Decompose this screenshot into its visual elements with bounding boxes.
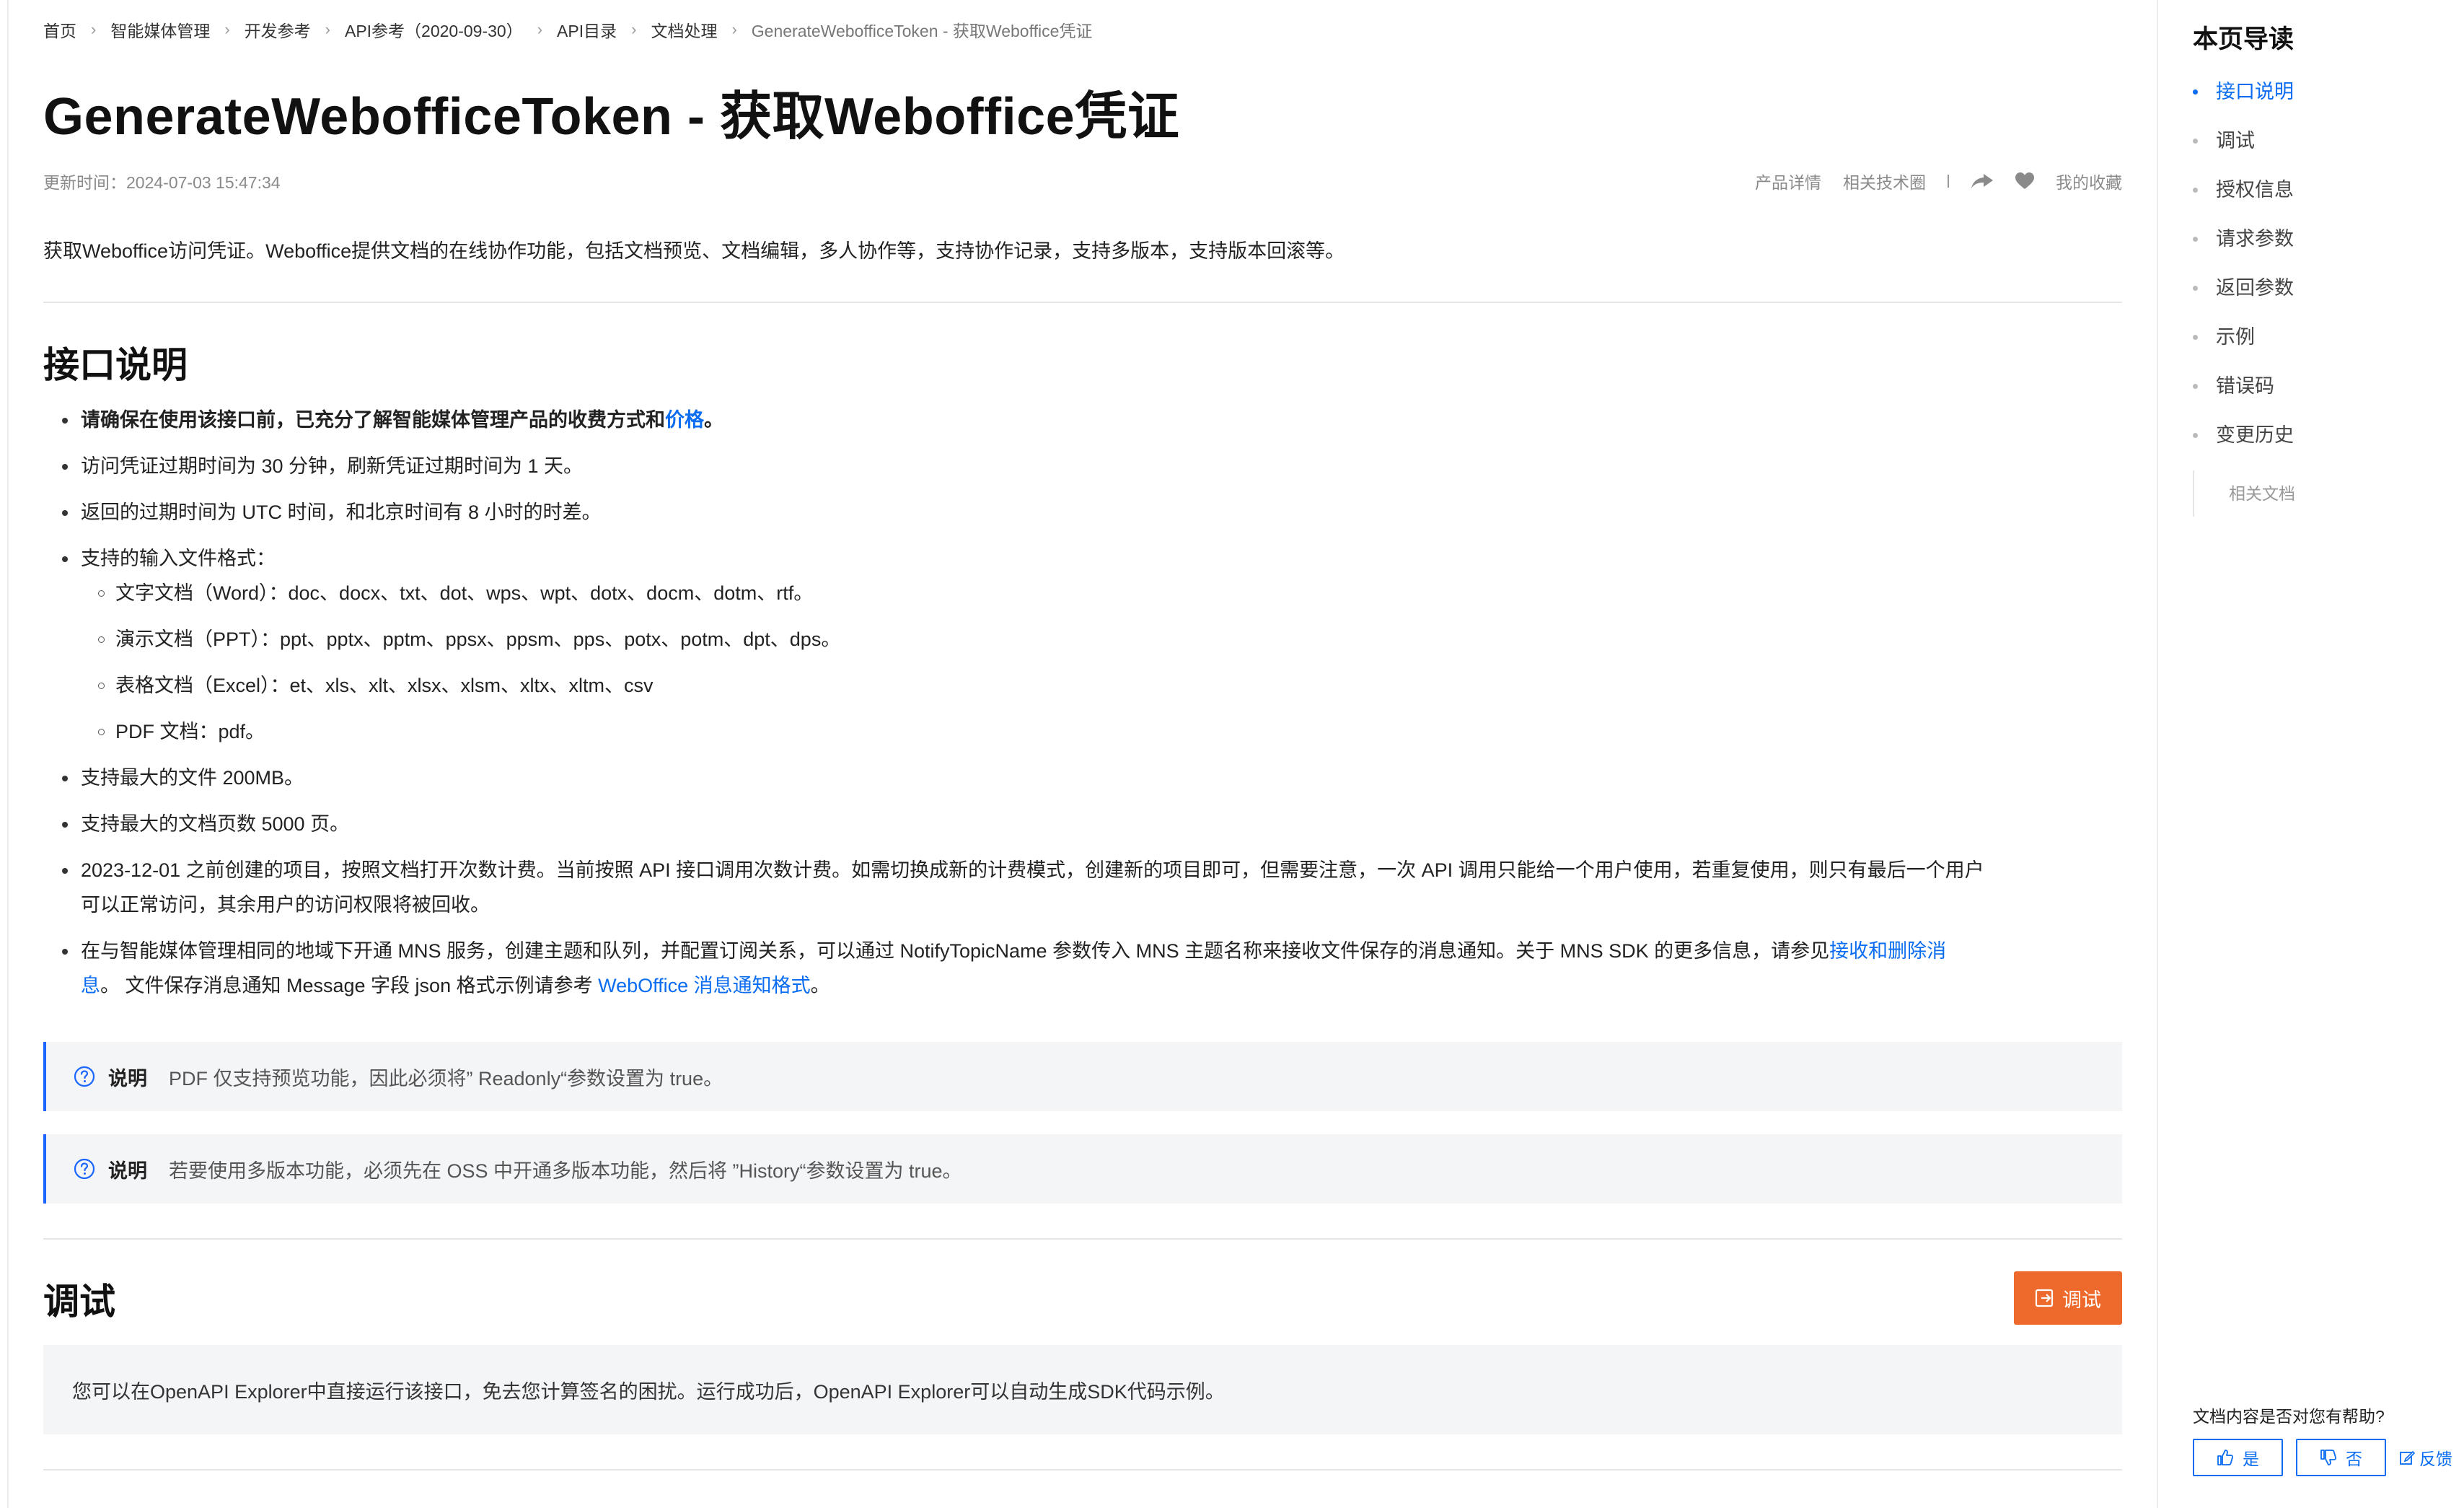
debug-description: 您可以在OpenAPI Explorer中直接运行该接口，免去您计算签名的困扰。… — [43, 1345, 2122, 1434]
note-label: 说明 — [108, 1160, 147, 1182]
chevron-right-icon: › — [537, 20, 543, 38]
list-item: 访问凭证过期时间为 30 分钟，刷新凭证过期时间为 1 天。 — [43, 449, 2122, 483]
divider — [1948, 175, 1949, 188]
meta-row: 更新时间：2024-07-03 15:47:34 产品详情 相关技术圈 我的收藏 — [43, 169, 2122, 192]
list-item: 支持最大的文档页数 5000 页。 — [43, 807, 2122, 841]
note-text: PDF 仅支持预览功能，因此必须将” Readonly“参数设置为 true。 — [169, 1067, 723, 1090]
list-item-text: 可以正常访问，其余用户的访问权限将被回收。 — [81, 894, 490, 916]
chevron-right-icon: › — [224, 20, 230, 38]
toc-list: 接口说明 调试 授权信息 请求参数 返回参数 示例 错误码 变更历史 相关文档 — [2193, 78, 2295, 517]
api-desc-list: 请确保在使用该接口前，已充分了解智能媒体管理产品的收费方式和价格。 访问凭证过期… — [43, 403, 2122, 1003]
edit-icon — [2400, 1450, 2415, 1465]
list-item-text: 。 — [810, 975, 830, 996]
chevron-right-icon: › — [91, 20, 97, 38]
feedback-question: 文档内容是否对您有帮助? — [2193, 1407, 2385, 1426]
toc-item-api-desc[interactable]: 接口说明 — [2193, 78, 2295, 127]
debug-button[interactable]: 调试 — [2014, 1271, 2122, 1325]
feedback-buttons: 是 否 反馈 — [2193, 1439, 2452, 1476]
list-item-text: 在与智能媒体管理相同的地域下开通 MNS 服务，创建主题和队列，并配置订阅关系，… — [81, 940, 1830, 962]
chevron-right-icon: › — [631, 20, 637, 38]
intro-text: 获取Weboffice访问凭证。Weboffice提供文档的在线协作功能，包括文… — [43, 240, 1345, 262]
sidebar-divider — [2157, 0, 2158, 1508]
weboffice-notify-format-link[interactable]: WebOffice 消息通知格式 — [598, 975, 811, 996]
divider — [43, 1469, 2122, 1470]
mns-receive-delete-link[interactable]: 接收和删除消 — [1829, 940, 1946, 962]
feedback-no-label: 否 — [2346, 1450, 2362, 1468]
breadcrumb-home[interactable]: 首页 — [43, 17, 76, 42]
format-list-item: 演示文档（PPT）：ppt、pptx、pptm、ppsx、ppsm、pps、po… — [43, 622, 2122, 657]
debug-button-label: 调试 — [2062, 1289, 2101, 1311]
note-text: 若要使用多版本功能，必须先在 OSS 中开通多版本功能，然后将 ”History… — [169, 1160, 962, 1182]
divider — [43, 1238, 2122, 1240]
help-circle-icon — [74, 1158, 95, 1180]
breadcrumb-api-catalog[interactable]: API目录 — [557, 17, 617, 42]
feedback-report-link[interactable]: 反馈 — [2399, 1445, 2452, 1470]
list-item: 支持最大的文件 200MB。 — [43, 760, 2122, 795]
list-item-text: 2023-12-01 之前创建的项目，按照文档打开次数计费。当前按照 API 接… — [81, 859, 1984, 881]
toc-sidebar: 本页导读 接口说明 调试 授权信息 请求参数 返回参数 示例 错误码 变更历史 … — [2193, 0, 2464, 1508]
divider — [43, 302, 2122, 303]
list-item: 支持的输入文件格式： — [43, 541, 2122, 576]
my-favorites-link[interactable]: 我的收藏 — [2056, 169, 2122, 193]
debug-text: 您可以在OpenAPI Explorer中直接运行该接口，免去您计算签名的困扰。… — [72, 1380, 1225, 1403]
left-edge-rule — [7, 0, 9, 1508]
thumbs-down-icon — [2320, 1450, 2337, 1465]
toc-item-request-params[interactable]: 请求参数 — [2193, 225, 2295, 274]
product-details-link[interactable]: 产品详情 — [1755, 169, 1821, 193]
meta-actions: 产品详情 相关技术圈 我的收藏 — [1755, 169, 2122, 193]
list-item-text: 。 — [704, 409, 723, 431]
list-item: 返回的过期时间为 UTC 时间，和北京时间有 8 小时的时差。 — [43, 495, 2122, 530]
list-item-text: 。 文件保存消息通知 Message 字段 json 格式示例请参考 — [100, 975, 599, 996]
toc-item-response-params[interactable]: 返回参数 — [2193, 274, 2295, 323]
share-icon[interactable] — [1971, 172, 1994, 190]
help-circle-icon — [74, 1066, 95, 1087]
updated-time: 更新时间：2024-07-03 15:47:34 — [43, 173, 281, 192]
breadcrumb-api-ref[interactable]: API参考（2020-09-30） — [345, 17, 523, 42]
toc-title: 本页导读 — [2193, 25, 2294, 53]
page-title: GenerateWebofficeToken - 获取Weboffice凭证 — [43, 88, 1180, 146]
note-label: 说明 — [108, 1067, 147, 1090]
chevron-right-icon: › — [731, 20, 737, 38]
section-heading-api-desc: 接口说明 — [43, 345, 188, 385]
format-list-item: PDF 文档：pdf。 — [43, 714, 2122, 749]
list-item: 请确保在使用该接口前，已充分了解智能媒体管理产品的收费方式和价格。 — [43, 403, 2122, 437]
format-list-item: 表格文档（Excel）：et、xls、xlt、xlsx、xlsm、xltx、xl… — [43, 668, 2122, 703]
breadcrumb-doc-processing[interactable]: 文档处理 — [651, 17, 717, 42]
toc-item-auth[interactable]: 授权信息 — [2193, 176, 2295, 225]
pricing-link[interactable]: 价格 — [665, 409, 704, 431]
breadcrumb-dev-ref[interactable]: 开发参考 — [245, 17, 311, 42]
toc-item-related-docs[interactable]: 相关文档 — [2193, 470, 2295, 517]
section-heading-debug: 调试 — [43, 1281, 115, 1322]
feedback-yes-label: 是 — [2243, 1450, 2259, 1468]
toc-item-error-codes[interactable]: 错误码 — [2193, 372, 2295, 421]
thumbs-up-icon — [2217, 1450, 2234, 1465]
format-list-item: 文字文档（Word）：doc、docx、txt、dot、wps、wpt、dotx… — [43, 576, 2122, 610]
heart-icon[interactable] — [2015, 172, 2034, 190]
feedback-panel: 文档内容是否对您有帮助? 是 否 反馈 — [2193, 1403, 2464, 1476]
feedback-yes-button[interactable]: 是 — [2193, 1439, 2283, 1476]
toc-item-examples[interactable]: 示例 — [2193, 323, 2295, 372]
feedback-no-button[interactable]: 否 — [2296, 1439, 2386, 1476]
note-box: 说明 PDF 仅支持预览功能，因此必须将” Readonly“参数设置为 tru… — [43, 1042, 2122, 1111]
list-item: 2023-12-01 之前创建的项目，按照文档打开次数计费。当前按照 API 接… — [43, 853, 2122, 922]
toc-item-change-history[interactable]: 变更历史 — [2193, 421, 2295, 470]
chevron-right-icon: › — [325, 20, 330, 38]
list-item-text: 请确保在使用该接口前，已充分了解智能媒体管理产品的收费方式和 — [81, 409, 665, 431]
feedback-report-label: 反馈 — [2419, 1450, 2452, 1468]
breadcrumb: 首页 › 智能媒体管理 › 开发参考 › API参考（2020-09-30） ›… — [43, 17, 1092, 42]
tech-circle-link[interactable]: 相关技术圈 — [1843, 169, 1926, 193]
breadcrumb-imm[interactable]: 智能媒体管理 — [110, 17, 210, 42]
list-item: 在与智能媒体管理相同的地域下开通 MNS 服务，创建主题和队列，并配置订阅关系，… — [43, 934, 2122, 1003]
external-run-icon — [2035, 1289, 2054, 1307]
breadcrumb-current: GenerateWebofficeToken - 获取Weboffice凭证 — [751, 22, 1093, 40]
note-box: 说明 若要使用多版本功能，必须先在 OSS 中开通多版本功能，然后将 ”Hist… — [43, 1134, 2122, 1204]
mns-receive-delete-link-cont[interactable]: 息 — [81, 975, 100, 996]
main-content: 首页 › 智能媒体管理 › 开发参考 › API参考（2020-09-30） ›… — [43, 0, 2122, 1508]
toc-item-debug[interactable]: 调试 — [2193, 127, 2295, 176]
